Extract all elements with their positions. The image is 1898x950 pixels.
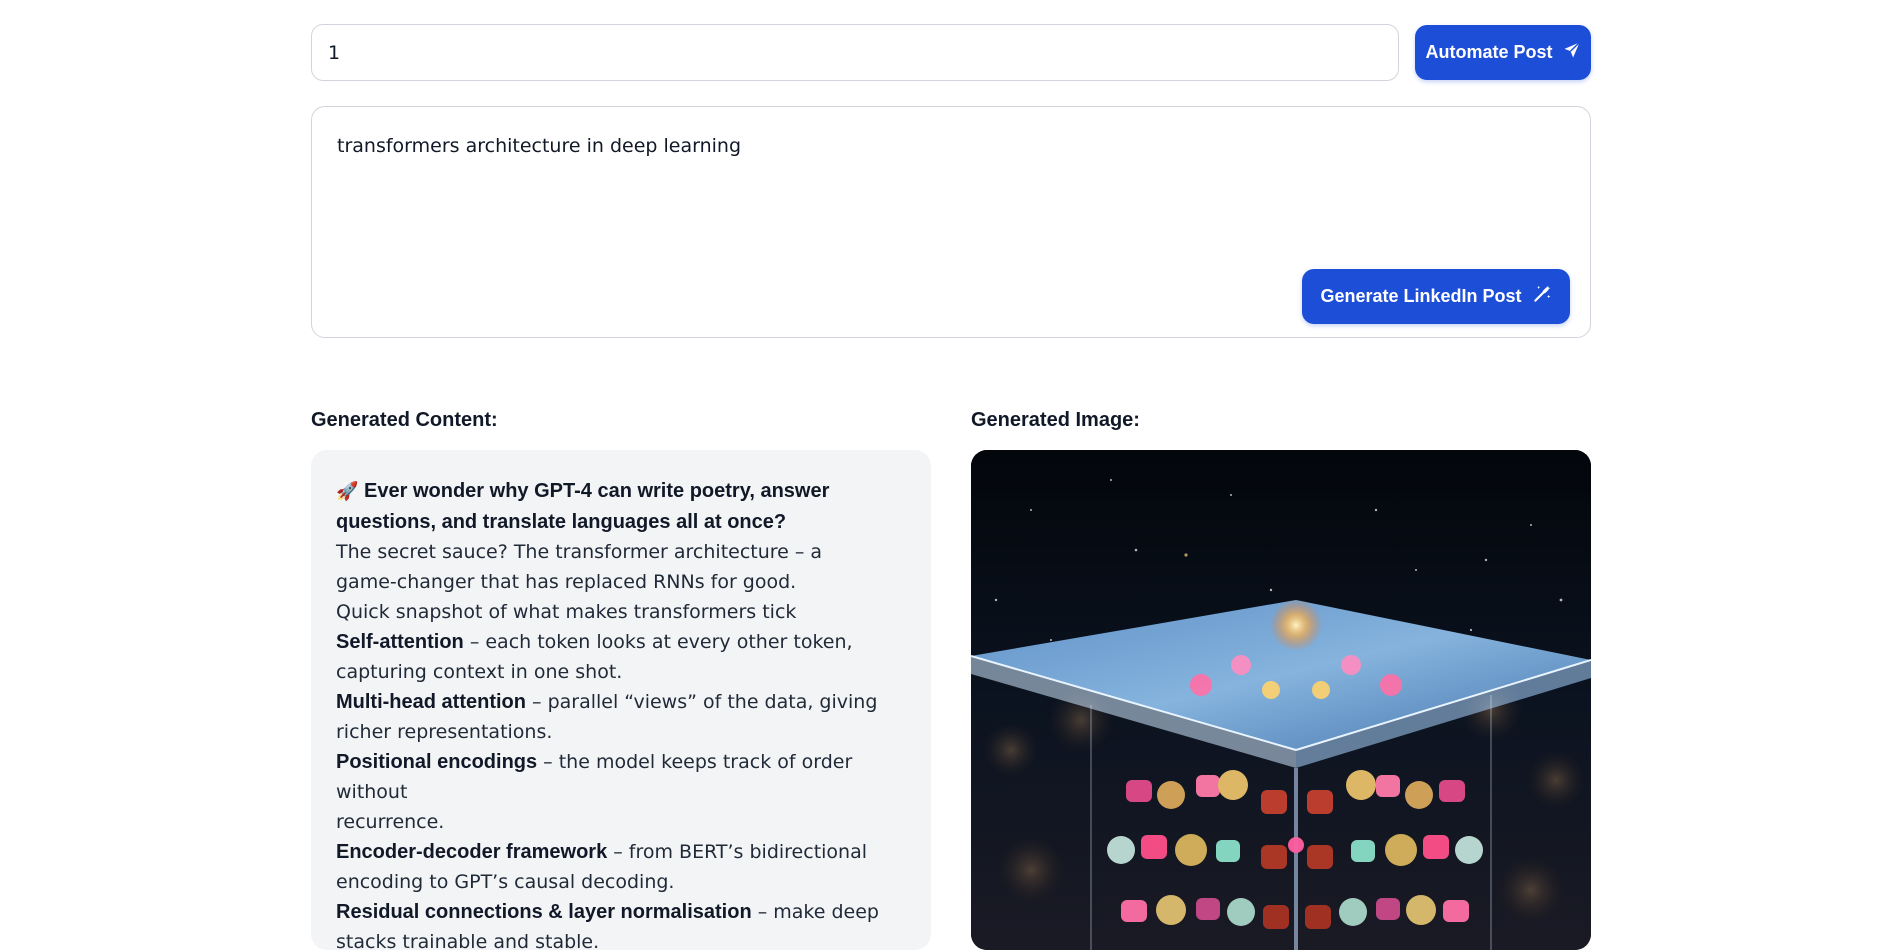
generated-image-label: Generated Image:	[971, 409, 1140, 431]
point-text: – each token looks at every other token,	[463, 631, 853, 653]
headline-line-1: 🚀 Ever wonder why GPT-4 can write poetry…	[336, 476, 906, 507]
point-term: Self-attention	[336, 631, 464, 653]
point-line-cont: stacks trainable and stable.	[336, 931, 600, 950]
point-line-cont: capturing context in one shot.	[336, 661, 623, 683]
intro-line-2: game-changer that has replaced RNNs for …	[336, 571, 797, 593]
transformer-cube-illustration	[971, 450, 1591, 950]
generated-content-label: Generated Content:	[311, 409, 498, 431]
headline-line-2: questions, and translate languages all a…	[336, 507, 906, 537]
automate-post-button[interactable]: Automate Post	[1415, 25, 1591, 80]
generate-linkedin-post-button[interactable]: Generate LinkedIn Post	[1302, 269, 1570, 324]
point-term: Multi-head attention	[336, 691, 526, 713]
intro-line-1: The secret sauce? The transformer archit…	[336, 541, 823, 563]
prompt-text: transformers architecture in deep learni…	[337, 135, 742, 157]
snapshot-line: Quick snapshot of what makes transformer…	[336, 601, 797, 623]
rocket-icon: 🚀	[336, 481, 359, 502]
point-term: Positional encodings	[336, 751, 538, 773]
prompt-textarea[interactable]: transformers architecture in deep learni…	[311, 106, 1591, 338]
headline-text-1: Ever wonder why GPT-4 can write poetry, …	[364, 480, 830, 502]
point-text: – make deep	[751, 901, 879, 923]
point-line: Encoder-decoder framework – from BERT’s …	[336, 837, 906, 867]
point-line-cont: encoding to GPT’s causal decoding.	[336, 871, 675, 893]
point-line: Multi-head attention – parallel “views” …	[336, 687, 906, 717]
automate-post-label: Automate Post	[1425, 42, 1553, 62]
automate-row: Automate Post	[311, 24, 1591, 82]
point-term: Residual connections & layer normalisati…	[336, 901, 752, 923]
point-line: Residual connections & layer normalisati…	[336, 897, 906, 927]
point-term: Encoder-decoder framework	[336, 841, 608, 863]
point-line-cont: recurrence.	[336, 811, 445, 833]
point-text: – parallel “views” of the data, giving	[525, 691, 878, 713]
point-line: Self-attention – each token looks at eve…	[336, 627, 906, 657]
post-count-input[interactable]	[311, 24, 1399, 81]
generate-linkedin-post-label: Generate LinkedIn Post	[1320, 286, 1522, 306]
headline-text-2: questions, and translate languages all a…	[336, 511, 787, 533]
send-icon	[1563, 41, 1581, 64]
generated-content-card: 🚀 Ever wonder why GPT-4 can write poetry…	[311, 450, 931, 950]
magic-wand-icon	[1532, 284, 1552, 309]
point-line: Positional encodings – the model keeps t…	[336, 747, 906, 807]
point-text: – from BERT’s bidirectional	[607, 841, 868, 863]
generated-image	[971, 450, 1591, 950]
point-line-cont: richer representations.	[336, 721, 553, 743]
